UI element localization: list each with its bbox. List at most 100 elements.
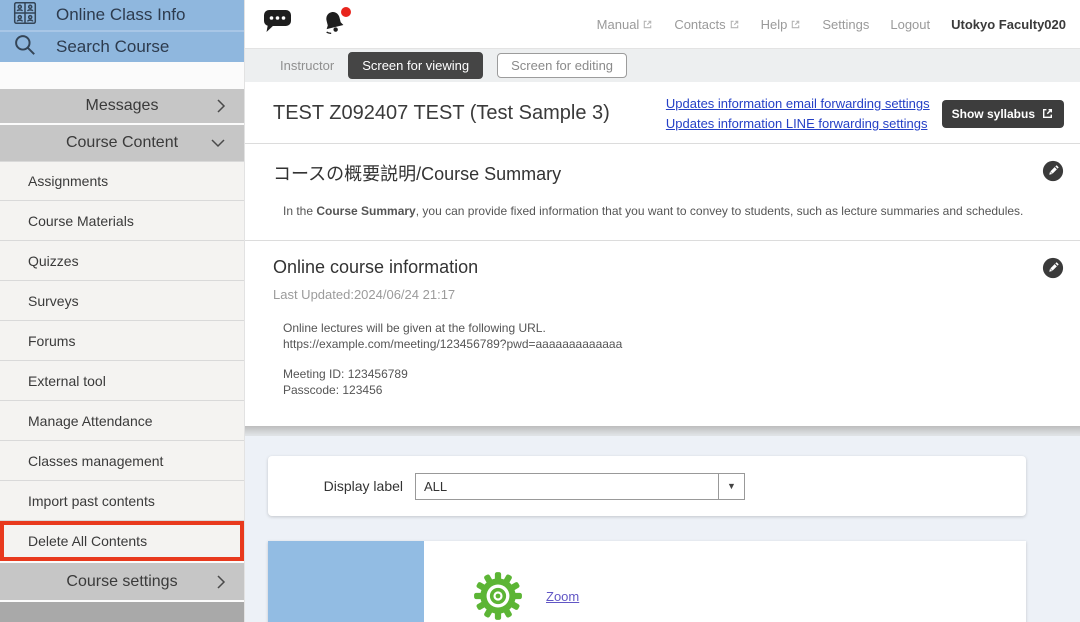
sidebar-item-quizzes[interactable]: Quizzes [0, 241, 244, 281]
external-link-icon [729, 19, 740, 30]
spacer [283, 352, 1064, 366]
nav-contacts-link[interactable]: Contacts [674, 17, 739, 32]
sidebar-item-label: Manage Attendance [28, 413, 153, 429]
top-icons [262, 8, 350, 40]
nav-settings-link[interactable]: Settings [822, 17, 869, 32]
chevron-right-icon [216, 574, 226, 590]
sidebar-item-surveys[interactable]: Surveys [0, 281, 244, 321]
external-link-icon [642, 19, 653, 30]
nav-label: Contacts [674, 17, 725, 32]
dropdown-arrow-icon[interactable]: ▼ [718, 474, 744, 499]
zoom-tool-link[interactable]: Zoom [546, 589, 579, 604]
sidebar-item-label: External tool [28, 373, 106, 389]
app-window: Online Class Info Search Course Messages… [0, 0, 1080, 622]
timetable-icon [12, 0, 38, 31]
view-mode-bar: Instructor Screen for viewing Screen for… [245, 48, 1080, 82]
nav-logout-link[interactable]: Logout [890, 17, 930, 32]
sidebar-item-forums[interactable]: Forums [0, 321, 244, 361]
show-syllabus-button[interactable]: Show syllabus [942, 100, 1064, 128]
course-summary-description: In the Course Summary, you can provide f… [283, 204, 1064, 218]
display-label-filter-card: Display label ALL ▼ [268, 456, 1026, 516]
display-label-text: Display label [308, 478, 403, 494]
sidebar-item-label: Forums [28, 333, 75, 349]
desc-suffix: , you can provide fixed information that… [416, 204, 1024, 218]
course-summary-section: コースの概要説明/Course Summary In t [245, 144, 1080, 241]
sidebar-item-delete-all-contents-highlighted[interactable]: Delete All Contents [0, 521, 244, 561]
sidebar-item-classes-management[interactable]: Classes management [0, 441, 244, 481]
role-label: Instructor [280, 58, 334, 73]
desc-bold: Course Summary [316, 204, 415, 218]
show-syllabus-label: Show syllabus [952, 107, 1035, 121]
line-forwarding-settings-link[interactable]: Updates information LINE forwarding sett… [666, 116, 928, 131]
online-course-info-body: Online lectures will be given at the fol… [283, 320, 1064, 398]
nav-label: Settings [822, 17, 869, 32]
sidebar-item-external-tool[interactable]: External tool [0, 361, 244, 401]
sidebar-group-course-content[interactable]: Course Content [0, 125, 244, 161]
notification-bell-icon[interactable] [320, 9, 350, 39]
sidebar-spacer [0, 62, 244, 87]
online-course-info-heading: Online course information [273, 257, 478, 278]
display-label-select[interactable]: ALL ▼ [415, 473, 745, 500]
select-value: ALL [416, 474, 718, 499]
tab-screen-for-viewing[interactable]: Screen for viewing [348, 52, 483, 79]
sidebar-item-import-past-contents[interactable]: Import past contents [0, 481, 244, 521]
section-divider [245, 426, 1080, 436]
forwarding-links: Updates information email forwarding set… [666, 96, 930, 131]
course-title: TEST Z092407 TEST (Test Sample 3) [273, 102, 610, 125]
nav-label: Help [761, 17, 788, 32]
content-card-body: Zoom [424, 541, 1026, 622]
title-actions: Updates information email forwarding set… [666, 96, 1064, 131]
notification-badge [341, 7, 351, 17]
zoom-content-card: Zoom [268, 541, 1026, 622]
sidebar-group-messages[interactable]: Messages [0, 89, 244, 123]
edit-pencil-icon[interactable] [1042, 257, 1064, 279]
chevron-right-icon [216, 98, 226, 114]
sidebar-item-search-course[interactable]: Search Course [0, 30, 244, 62]
sidebar-item-label: Course Materials [28, 213, 134, 229]
sidebar-item-manage-attendance[interactable]: Manage Attendance [0, 401, 244, 441]
search-icon [12, 32, 38, 63]
sidebar-item-label: Online Class Info [56, 5, 185, 25]
last-updated-timestamp: Last Updated:2024/06/24 21:17 [273, 287, 1064, 302]
nav-label: Logout [890, 17, 930, 32]
sidebar-item-label: Import past contents [28, 493, 155, 509]
sidebar-item-assignments[interactable]: Assignments [0, 161, 244, 201]
sidebar-item-course-materials[interactable]: Course Materials [0, 201, 244, 241]
external-link-icon [790, 19, 801, 30]
nav-manual-link[interactable]: Manual [597, 17, 654, 32]
meeting-url: https://example.com/meeting/123456789?pw… [283, 336, 1064, 352]
desc-prefix: In the [283, 204, 316, 218]
chevron-down-icon [210, 138, 226, 148]
top-bar: Manual Contacts Help Settings Logout U [245, 0, 1080, 48]
course-title-row: TEST Z092407 TEST (Test Sample 3) Update… [245, 82, 1080, 144]
sidebar-item-label: Course Content [66, 134, 178, 152]
tab-screen-for-editing[interactable]: Screen for editing [497, 53, 627, 78]
contents-panel: Display label ALL ▼ [245, 436, 1080, 622]
sidebar-item-label: Surveys [28, 293, 79, 309]
online-course-info-section: Online course information Last Updated: [245, 241, 1080, 426]
content-thumbnail [268, 541, 424, 622]
external-link-icon [1041, 107, 1054, 120]
nav-help-link[interactable]: Help [761, 17, 802, 32]
course-content-area: TEST Z092407 TEST (Test Sample 3) Update… [245, 82, 1080, 426]
sidebar-item-label: Classes management [28, 453, 163, 469]
sidebar-item-label: Messages [86, 97, 159, 115]
sidebar: Online Class Info Search Course Messages… [0, 0, 245, 622]
meeting-id: Meeting ID: 123456789 [283, 366, 1064, 382]
info-line: Online lectures will be given at the fol… [283, 320, 1064, 336]
sidebar-item-label: Course settings [66, 573, 177, 591]
user-name[interactable]: Utokyo Faculty020 [951, 17, 1066, 32]
messages-chat-icon[interactable] [262, 8, 294, 40]
external-tool-gear-icon [472, 570, 524, 622]
sidebar-item-label: Assignments [28, 173, 108, 189]
sidebar-item-label: Delete All Contents [28, 533, 147, 549]
sidebar-item-online-class-info[interactable]: Online Class Info [0, 0, 244, 30]
sidebar-group-course-settings[interactable]: Course settings [0, 563, 244, 600]
passcode: Passcode: 123456 [283, 382, 1064, 398]
top-navigation: Manual Contacts Help Settings Logout U [597, 17, 1066, 32]
email-forwarding-settings-link[interactable]: Updates information email forwarding set… [666, 96, 930, 111]
sidebar-footer [0, 602, 244, 622]
main-column: Manual Contacts Help Settings Logout U [245, 0, 1080, 622]
nav-label: Manual [597, 17, 640, 32]
edit-pencil-icon[interactable] [1042, 160, 1064, 182]
